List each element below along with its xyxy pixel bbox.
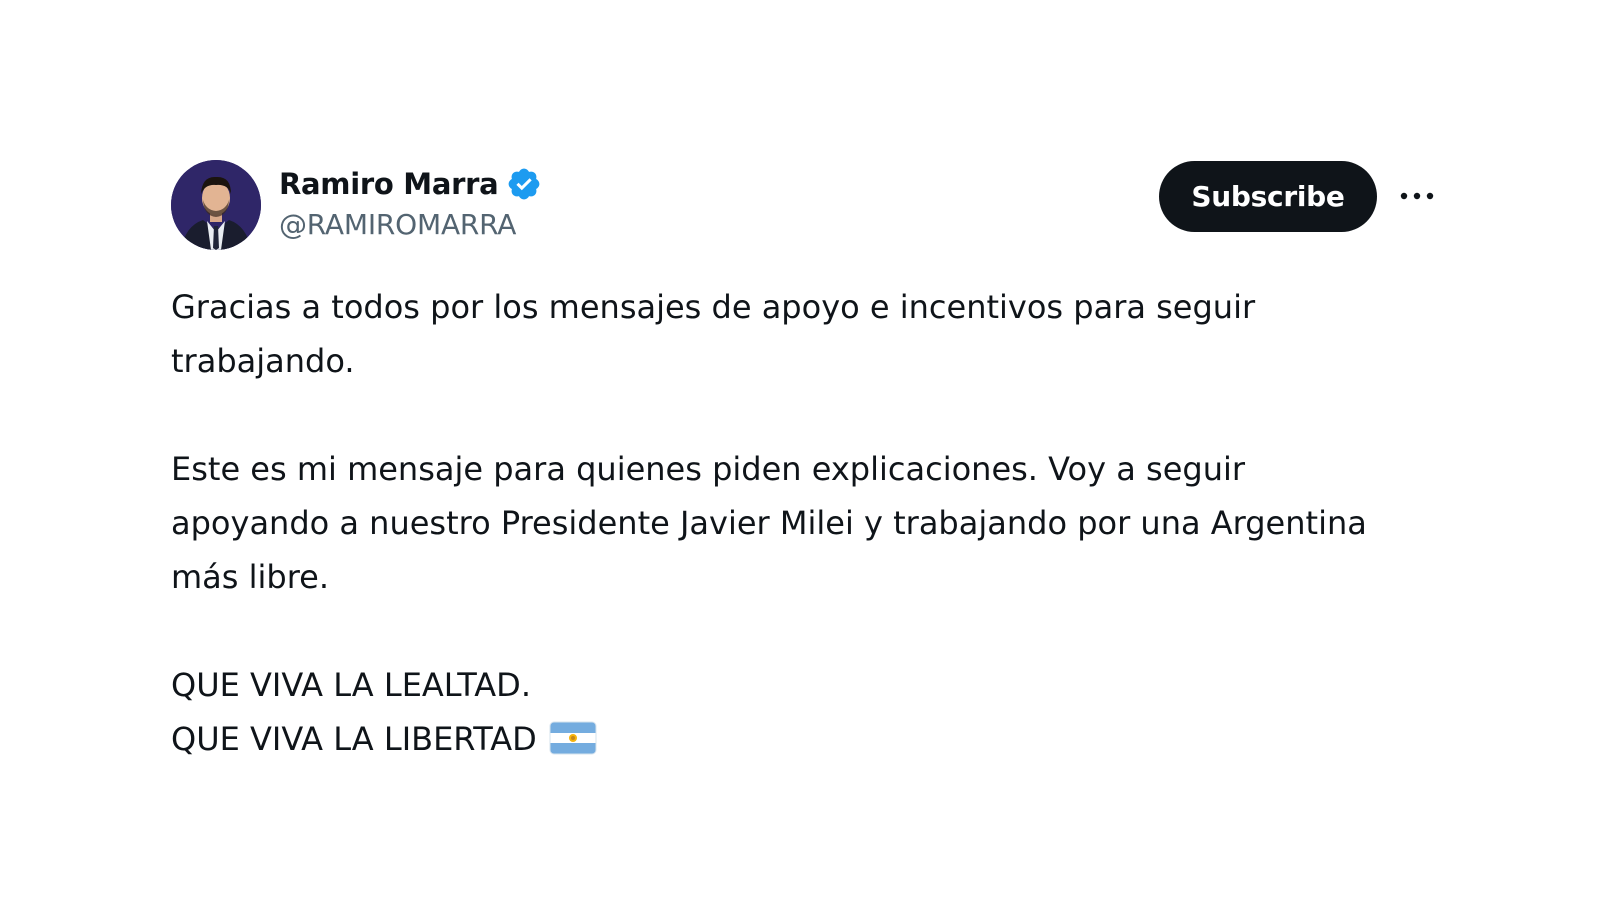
author-avatar[interactable]	[171, 160, 261, 250]
display-name-row: Ramiro Marra	[279, 162, 542, 206]
author-names: Ramiro Marra @RAMIROMARRA	[279, 162, 542, 241]
tweet-card: Ramiro Marra @RAMIROMARRA Subscribe Grac…	[171, 160, 1441, 766]
subscribe-button[interactable]: Subscribe	[1159, 161, 1377, 232]
text-line: apoyando a nuestro Presidente Javier Mil…	[171, 504, 1367, 542]
argentina-flag-icon	[549, 717, 597, 755]
text-line: QUE VIVA LA LIBERTAD	[171, 720, 537, 758]
tweet-paragraph: Gracias a todos por los mensajes de apoy…	[171, 280, 1451, 388]
text-line: Gracias a todos por los mensajes de apoy…	[171, 288, 1256, 326]
author-display-name[interactable]: Ramiro Marra	[279, 167, 499, 201]
author-handle[interactable]: @RAMIROMARRA	[279, 208, 542, 241]
text-line: trabajando.	[171, 342, 355, 380]
tweet-paragraph: QUE VIVA LA LEALTAD. QUE VIVA LA LIBERTA…	[171, 658, 1451, 766]
tweet-text: Gracias a todos por los mensajes de apoy…	[171, 280, 1451, 766]
tweet-paragraph: Este es mi mensaje para quienes piden ex…	[171, 442, 1451, 604]
text-line: QUE VIVA LA LEALTAD.	[171, 666, 531, 704]
text-line: Este es mi mensaje para quienes piden ex…	[171, 450, 1246, 488]
text-line: más libre.	[171, 558, 330, 596]
text-line-with-flag: QUE VIVA LA LIBERTAD	[171, 712, 1451, 766]
tweet-header: Ramiro Marra @RAMIROMARRA Subscribe	[171, 160, 1441, 256]
more-options-icon[interactable]	[1399, 182, 1435, 210]
verified-badge-icon[interactable]	[506, 166, 542, 202]
